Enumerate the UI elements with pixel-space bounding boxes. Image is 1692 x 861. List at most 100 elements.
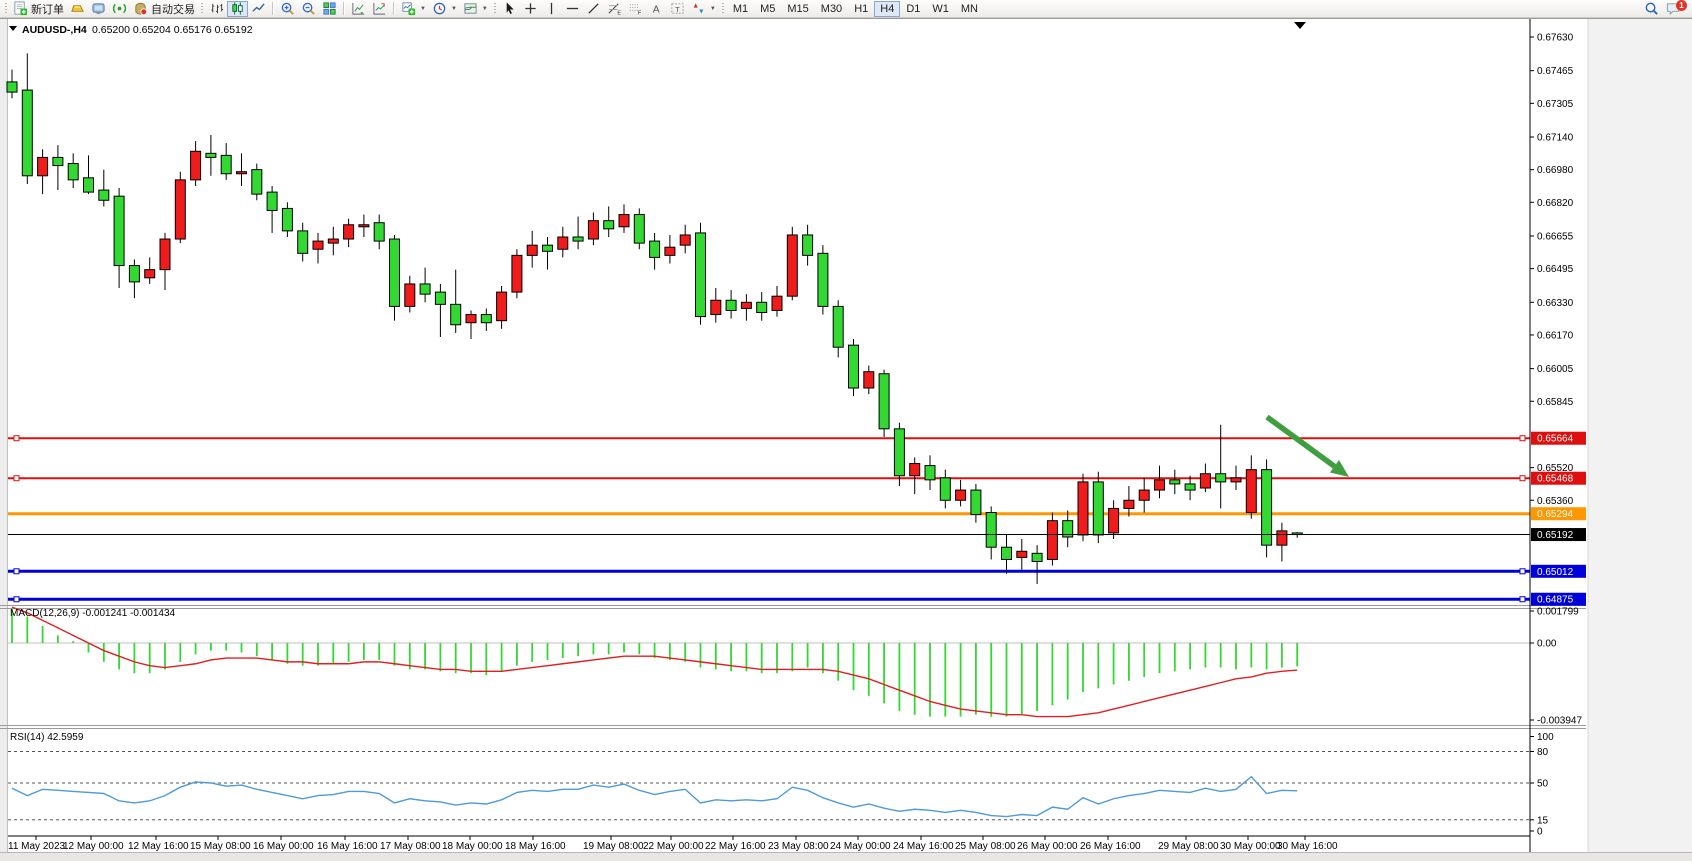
auto-trading-button[interactable]: 自动交易 (130, 1, 198, 17)
svg-text:F: F (638, 11, 642, 16)
chart-window-button[interactable] (67, 1, 88, 17)
candle (849, 345, 859, 388)
timeframe-group: M1M5M15M30H1H4D1W1MN (727, 1, 984, 17)
indicators-window-button[interactable] (348, 1, 369, 17)
indicators-subwindow-button[interactable] (369, 1, 390, 17)
add-indicator-button[interactable]: ▼ (398, 1, 429, 17)
svg-text:E: E (617, 11, 621, 16)
trend-line-button[interactable] (583, 1, 604, 17)
candle (1170, 480, 1180, 484)
toolbar-drag-handle[interactable] (201, 3, 203, 15)
candle (267, 192, 277, 210)
candle (1109, 508, 1119, 532)
candle (53, 157, 63, 165)
search-button[interactable] (1641, 1, 1662, 17)
new-order-button[interactable]: 新订单 (10, 1, 67, 17)
bar-chart-button[interactable] (206, 1, 227, 17)
right-empty-area (1588, 19, 1692, 852)
zoom-in-button[interactable] (277, 1, 298, 17)
candle (741, 302, 751, 308)
line-handle[interactable] (1520, 569, 1525, 574)
candle (940, 478, 950, 500)
price-tick-label: 0.67630 (1537, 33, 1574, 44)
vertical-line-button[interactable] (541, 1, 562, 17)
arrow-objects-button[interactable]: ▼ (688, 1, 719, 17)
chat-button[interactable]: 1 (1662, 1, 1684, 17)
line-handle[interactable] (1520, 476, 1525, 481)
timeframe-d1[interactable]: D1 (900, 1, 926, 17)
line-handle[interactable] (1520, 597, 1525, 602)
candle (879, 374, 889, 429)
candle (22, 90, 32, 176)
candle (1155, 480, 1165, 490)
toolbar-drag-handle[interactable] (722, 3, 724, 15)
dropdown-arrow-icon: ▼ (420, 6, 426, 12)
gold-block-icon (70, 1, 85, 16)
candle (129, 266, 139, 282)
horizontal-line-button[interactable] (562, 1, 583, 17)
time-tick-label: 11 May 2023 (8, 841, 66, 852)
candle (1262, 470, 1272, 546)
time-tick-label: 26 May 00:00 (1017, 841, 1078, 852)
indicator-window-icon (351, 1, 366, 16)
svg-text:T: T (675, 5, 680, 14)
candlestick-chart-button[interactable] (227, 1, 248, 17)
price-tick-label: 0.66330 (1537, 298, 1574, 309)
price-tag-label: 0.65192 (1537, 530, 1574, 541)
toolbar-drag-handle[interactable] (5, 3, 7, 15)
dropdown-arrow-icon: ▼ (451, 6, 457, 12)
vertical-line-icon (544, 1, 559, 16)
timeframe-mn[interactable]: MN (955, 1, 984, 17)
timeframe-m15[interactable]: M15 (781, 1, 814, 17)
rsi-tick-label: 0 (1537, 827, 1543, 838)
price-tag-label: 0.64875 (1537, 595, 1574, 606)
line-handle[interactable] (14, 597, 19, 602)
equidistant-channel-button[interactable]: E (604, 1, 625, 17)
candle (527, 245, 537, 255)
cursor-button[interactable] (499, 1, 520, 17)
crosshair-button[interactable] (520, 1, 541, 17)
timeframe-w1[interactable]: W1 (926, 1, 955, 17)
periodicity-button[interactable]: ▼ (429, 1, 460, 17)
timeframe-m5[interactable]: M5 (754, 1, 781, 17)
signal-button[interactable] (109, 1, 130, 17)
price-tick-label: 0.66980 (1537, 165, 1574, 176)
toolbar: 新订单 自动交易 ▼ ▼ (0, 0, 1692, 18)
price-tick-label: 0.66005 (1537, 364, 1574, 375)
fibonacci-button[interactable]: F (625, 1, 646, 17)
candle (604, 221, 614, 229)
fibonacci-e-icon: E (607, 1, 622, 16)
templates-button[interactable]: ▼ (460, 1, 491, 17)
price-tick-label: 0.66495 (1537, 264, 1574, 275)
tile-windows-icon (322, 1, 337, 16)
text-label-button[interactable]: T (667, 1, 688, 17)
rsi-header: RSI(14) 42.5959 (10, 732, 84, 743)
text-button[interactable]: A (646, 1, 667, 17)
tile-windows-button[interactable] (319, 1, 340, 17)
zoom-out-button[interactable] (298, 1, 319, 17)
toolbar-drag-handle[interactable] (494, 3, 496, 15)
candle (206, 153, 216, 157)
chart-title: AUDUSD-,H4 (22, 24, 87, 36)
time-tick-label: 12 May 00:00 (63, 841, 124, 852)
line-chart-button[interactable] (248, 1, 269, 17)
time-tick-label: 24 May 00:00 (830, 841, 891, 852)
line-handle[interactable] (14, 569, 19, 574)
candle (497, 292, 507, 321)
timeframe-h4[interactable]: H4 (874, 1, 900, 17)
arrow-objects-icon (691, 1, 706, 16)
line-handle[interactable] (1520, 436, 1525, 441)
market-watch-button[interactable] (88, 1, 109, 17)
timeframe-m1[interactable]: M1 (727, 1, 754, 17)
auto-trading-label: 自动交易 (151, 1, 195, 17)
line-handle[interactable] (14, 436, 19, 441)
macd-tick-label: 0.00 (1537, 639, 1557, 650)
line-handle[interactable] (14, 476, 19, 481)
timeframe-m30[interactable]: M30 (815, 1, 848, 17)
time-tick-label: 18 May 00:00 (442, 841, 503, 852)
candle (1200, 474, 1210, 488)
zoom-out-icon (301, 1, 316, 16)
candle (757, 302, 767, 312)
timeframe-h1[interactable]: H1 (848, 1, 874, 17)
time-tick-label: 23 May 08:00 (768, 841, 829, 852)
